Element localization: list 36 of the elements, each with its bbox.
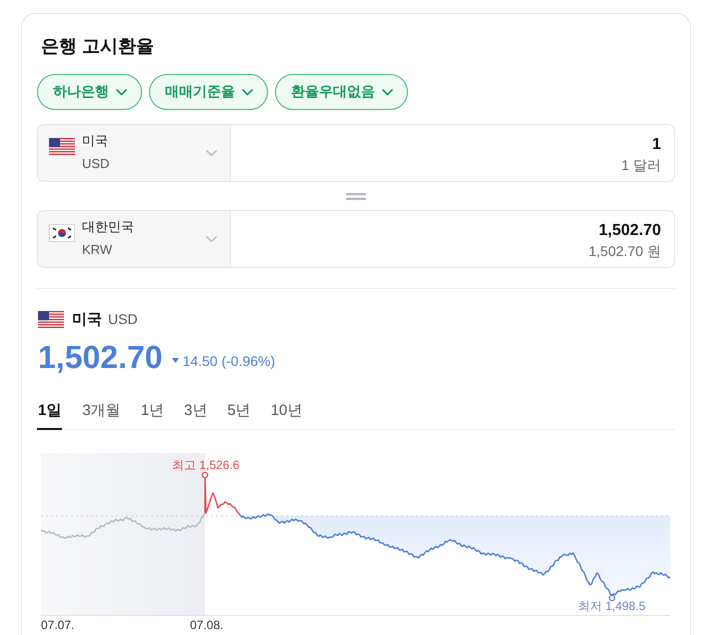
currency-code: USD: [108, 311, 138, 327]
period-tab[interactable]: 1년: [140, 395, 164, 430]
chevron-down-icon: [206, 150, 217, 156]
exchange-rate-value: 1,502.70: [38, 339, 163, 375]
equals-icon: [346, 192, 366, 200]
amount-value: 1: [652, 135, 661, 155]
us-flag-icon: [49, 138, 75, 155]
high-value-label: 최고 1,526.6: [172, 458, 240, 472]
currency-code: USD: [82, 155, 110, 173]
period-tab[interactable]: 3년: [184, 395, 208, 430]
currency-code: KRW: [82, 241, 112, 259]
period-tab[interactable]: 10년: [270, 395, 302, 430]
rate-change: 14.50 (-0.96%): [182, 352, 276, 368]
amount-in-words: 1,502.70 원: [588, 242, 661, 261]
south-korea-flag-icon: [49, 224, 75, 242]
page-title: 은행 고시환율: [41, 35, 156, 58]
period-tab[interactable]: 1일: [37, 395, 62, 430]
us-flag-icon: [38, 310, 64, 328]
country-name: 미국: [72, 310, 102, 328]
x-axis-label: 07.08.: [190, 618, 224, 632]
currency-select[interactable]: 미국 USD: [38, 125, 231, 181]
period-tab[interactable]: 5년: [227, 395, 251, 430]
chevron-down-icon: [242, 88, 253, 96]
chevron-down-icon: [206, 236, 217, 242]
amount-value: 1,502.70: [598, 221, 661, 241]
chevron-down-icon: [382, 88, 393, 96]
low-marker-icon: [608, 594, 616, 602]
x-axis-label: 07.07.: [41, 618, 74, 632]
amount-in-words: 1 달러: [621, 156, 661, 175]
chevron-down-icon: [116, 88, 127, 96]
currency-select[interactable]: 대한민국 KRW: [38, 211, 231, 267]
country-name: 미국: [82, 132, 108, 150]
high-marker-icon: [202, 472, 208, 478]
country-name: 대한민국: [82, 218, 134, 236]
low-value-label: 최저 1,498.5: [578, 599, 646, 613]
period-tab[interactable]: 3개월: [82, 395, 121, 430]
